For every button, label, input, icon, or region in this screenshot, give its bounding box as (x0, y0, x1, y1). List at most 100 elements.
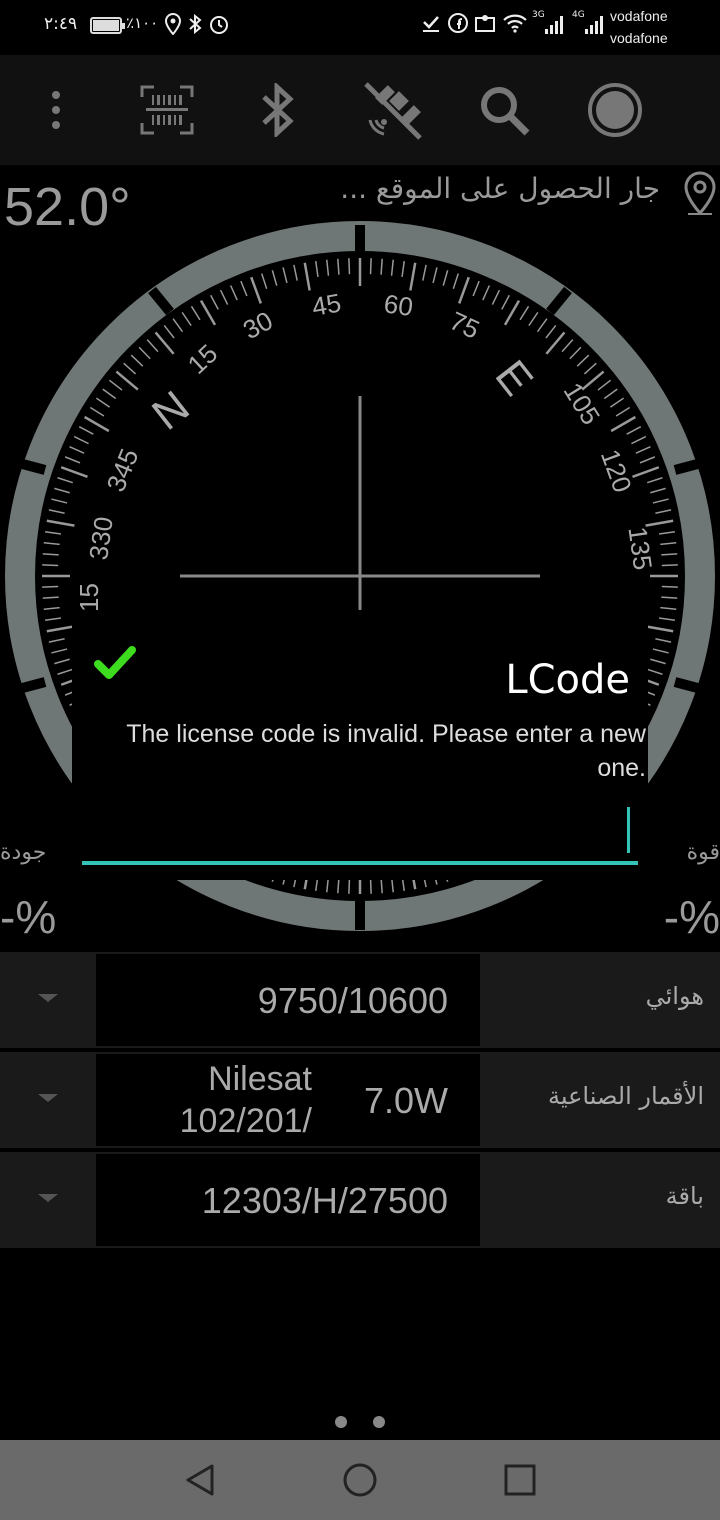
bluetooth-icon[interactable] (247, 80, 307, 140)
status-bar: ٢:٤٩ ٪١٠٠ 3G 4G vodafone vodafone (0, 0, 720, 54)
record-icon[interactable] (585, 80, 645, 140)
chevron-down-icon[interactable] (38, 1094, 58, 1102)
network-3g-label: 3G (532, 10, 545, 20)
chevron-down-icon[interactable] (38, 994, 58, 1002)
compass-tick (102, 388, 117, 400)
compass-tick (219, 289, 229, 305)
wifi-icon (502, 13, 528, 38)
tick-label-45: 45 (310, 287, 344, 322)
compass-tick (409, 262, 417, 291)
bluetooth-status-icon (188, 13, 202, 40)
satellite-off-icon[interactable] (362, 80, 422, 140)
compass-tick (369, 877, 372, 894)
compass-tick (661, 553, 678, 556)
compass-tick (44, 617, 62, 621)
lnb-value-box[interactable]: 9750/10600 (96, 954, 480, 1046)
compass-tick (569, 346, 582, 360)
more-vert-icon[interactable] (26, 80, 86, 140)
compass-tick (458, 276, 470, 304)
tick-label-15b: 15 (74, 583, 104, 612)
tick-label-105: 105 (558, 377, 606, 430)
tick-label-60: 60 (382, 288, 415, 322)
tick-label-15: 15 (182, 338, 224, 380)
barcode-scan-icon[interactable] (137, 80, 197, 140)
compass-tick (661, 585, 678, 588)
compass-tick (337, 258, 340, 275)
compass-tick (545, 331, 566, 355)
satellite-value-box[interactable]: 7.0W Nilesat 102/201/ (96, 1054, 480, 1146)
compass-tick (95, 397, 111, 408)
compass-tick (615, 406, 631, 417)
signal-strength-1-icon (544, 13, 566, 40)
compass-tick (576, 354, 590, 367)
compass-tick (432, 267, 438, 284)
compass-tick (108, 379, 123, 391)
license-code-input[interactable] (82, 797, 638, 865)
compass-tick (326, 259, 330, 276)
compass-tick (115, 370, 139, 391)
compass-tick (46, 625, 75, 633)
compass-tick (442, 270, 449, 286)
search-icon[interactable] (474, 80, 534, 140)
compass-tick (482, 285, 491, 301)
transponder-label: باقة (665, 1182, 704, 1210)
compass-tick (293, 264, 298, 281)
compass-tick (89, 406, 105, 417)
compass-tick (401, 260, 405, 278)
compass-tick (51, 648, 68, 654)
compass-tick (645, 625, 674, 633)
back-icon[interactable] (182, 1460, 222, 1500)
compass-tick (240, 280, 248, 297)
compass-tick (69, 445, 85, 454)
compass-tick (519, 305, 530, 321)
compass-tick (626, 426, 642, 435)
dialog-title: LCode (505, 657, 630, 703)
facebook-icon (448, 13, 468, 38)
tick-label-120: 120 (595, 445, 638, 496)
compass-tick (390, 259, 394, 276)
compass-tick (646, 668, 663, 675)
chevron-down-icon[interactable] (38, 1194, 58, 1202)
compass-tick (43, 606, 60, 610)
compass-tick (452, 273, 459, 290)
compass-tick (646, 477, 663, 484)
home-icon[interactable] (340, 1460, 380, 1500)
satellite-position: 7.0W (363, 1080, 448, 1121)
compass-tick (163, 324, 175, 339)
compass-tick (210, 294, 219, 310)
tick-label-135: 135 (622, 525, 658, 572)
tick-label-345: 345 (100, 444, 144, 495)
page-dot-1[interactable] (335, 1416, 347, 1428)
compass-tick (635, 445, 651, 454)
transponder-value-box[interactable]: 12303/H/27500 (96, 1154, 480, 1246)
input-underline (82, 861, 638, 865)
quality-value: -% (0, 891, 57, 943)
satellite-row[interactable]: 7.0W Nilesat 102/201/ الأقمار الصناعية (0, 1052, 720, 1148)
compass-tick (650, 658, 666, 665)
compass-tick (661, 596, 678, 599)
tick-label-75: 75 (445, 305, 484, 344)
compass-tick (639, 456, 656, 464)
compass-tick (348, 877, 351, 894)
compass-tick (536, 318, 548, 333)
compass-tick (46, 519, 75, 527)
navigation-bar (0, 1440, 720, 1520)
carrier-2: vodafone (610, 30, 668, 46)
compass-tick (650, 487, 666, 494)
compass-tick (123, 362, 137, 375)
license-dialog: LCode The license code is invalid. Pleas… (72, 615, 648, 880)
toolbar (0, 55, 720, 165)
recents-icon[interactable] (500, 1460, 540, 1500)
compass-tick (609, 397, 625, 408)
transponder-value: 12303/H/27500 (201, 1180, 448, 1221)
transponder-row[interactable]: 12303/H/27500 باقة (0, 1152, 720, 1248)
compass-tick (652, 648, 669, 654)
compass-tick (42, 564, 59, 567)
compass-label-e: E (486, 351, 543, 404)
compass-tick (303, 262, 311, 291)
compass-tick (44, 531, 62, 535)
lnb-row[interactable]: 9750/10600 هوائي (0, 952, 720, 1048)
compass-tick (369, 258, 372, 275)
page-dot-2[interactable] (373, 1416, 385, 1428)
compass-tick (154, 331, 175, 355)
